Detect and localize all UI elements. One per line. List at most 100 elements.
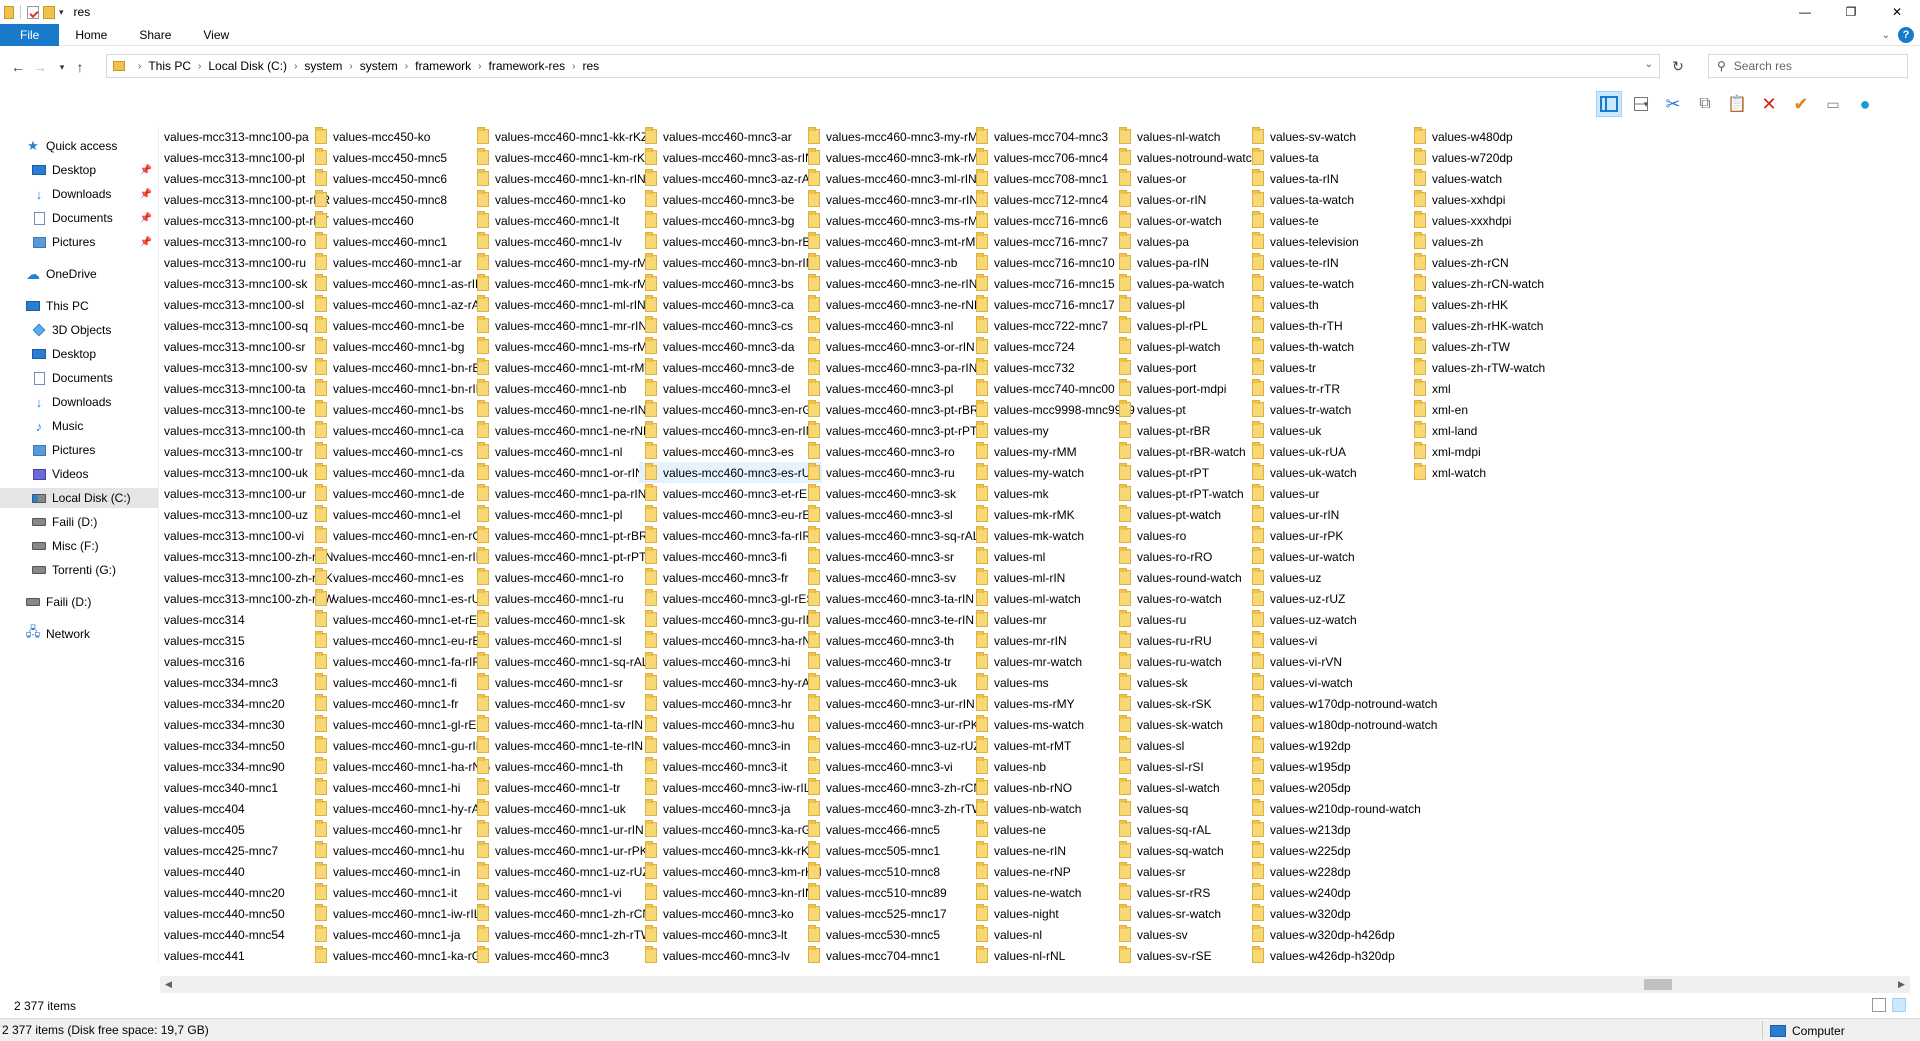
folder-item[interactable]: values-mcc460-mnc1-ha-rNG: [309, 756, 490, 777]
folder-item[interactable]: values-night: [970, 903, 1135, 924]
folder-item[interactable]: values-mcc460-mnc1-hu: [309, 840, 490, 861]
folder-item[interactable]: values-mcc460-mnc3-da: [639, 336, 822, 357]
folder-item[interactable]: values-mcc460-mnc3-az-rAZ: [639, 168, 822, 189]
refresh-icon[interactable]: ↻: [1666, 54, 1690, 78]
folder-item[interactable]: values-mcc460-mnc3-cs: [639, 315, 822, 336]
tab-view[interactable]: View: [187, 24, 245, 46]
folder-item[interactable]: values-mcc460-mnc1-bg: [309, 336, 490, 357]
folder-item[interactable]: values-mcc460-mnc3-es: [639, 441, 822, 462]
nav-misc-f[interactable]: Misc (F:): [0, 536, 158, 556]
folder-item[interactable]: values-mcc460-mnc3-de: [639, 357, 822, 378]
folder-item[interactable]: values-mcc460-mnc1-uk: [471, 798, 657, 819]
folder-item[interactable]: values-ml-rIN: [970, 567, 1135, 588]
folder-item[interactable]: values-mcc460-mnc1-it: [309, 882, 490, 903]
folder-item[interactable]: values-or-rIN: [1113, 189, 1258, 210]
folder-item[interactable]: values-mcc460-mnc3-zh-rTW: [802, 798, 988, 819]
nav-faili-d-root[interactable]: Faili (D:): [0, 592, 158, 612]
folder-item[interactable]: values-w240dp: [1246, 882, 1437, 903]
horizontal-scrollbar[interactable]: ◀ ▶: [160, 976, 1910, 993]
folder-item[interactable]: values-mcc9998-mnc9999: [970, 399, 1135, 420]
folder-item[interactable]: values-mcc460-mnc1-ne-rNP: [471, 420, 657, 441]
folder-item[interactable]: values-mcc460-mnc3-bs: [639, 273, 822, 294]
folder-item[interactable]: values-sq-watch: [1113, 840, 1258, 861]
folder-item[interactable]: values-pl-watch: [1113, 336, 1258, 357]
folder-item[interactable]: values-mk: [970, 483, 1135, 504]
folder-item[interactable]: values-w320dp-h426dp: [1246, 924, 1437, 945]
folder-item[interactable]: values-mcc460-mnc3-bn-rBD: [639, 231, 822, 252]
folder-item[interactable]: values-ru-rRU: [1113, 630, 1258, 651]
folder-item[interactable]: values-zh: [1408, 231, 1545, 252]
tab-share[interactable]: Share: [123, 24, 187, 46]
folder-item[interactable]: values-mcc460-mnc3-bg: [639, 210, 822, 231]
folder-item[interactable]: values-mcc460-mnc3-te-rIN: [802, 609, 988, 630]
pane-divider[interactable]: [158, 126, 159, 964]
folder-item[interactable]: values-mcc460-mnc1-mt-rMT: [471, 357, 657, 378]
folder-item[interactable]: values-mcc460-mnc1-zh-rCN: [471, 903, 657, 924]
folder-item[interactable]: values-mcc460-mnc3-ko: [639, 903, 822, 924]
folder-item[interactable]: values-mcc460-mnc3-hi: [639, 651, 822, 672]
folder-item[interactable]: values-mcc460-mnc3-it: [639, 756, 822, 777]
folder-item[interactable]: values-mcc460-mnc1-ne-rIN: [471, 399, 657, 420]
folder-item[interactable]: values-mcc460-mnc1-my-rMM: [471, 252, 657, 273]
folder-item[interactable]: values-mcc460-mnc1-sl: [471, 630, 657, 651]
folder-item[interactable]: values-mcc460-mnc3-es-rUS: [639, 462, 822, 483]
breadcrumb-item[interactable]: This PC: [148, 59, 191, 73]
folder-item[interactable]: values-mcc505-mnc1: [802, 840, 988, 861]
folder-item[interactable]: values-round-watch: [1113, 567, 1258, 588]
folder-item[interactable]: values-mcc460-mnc3-tr: [802, 651, 988, 672]
folder-item[interactable]: values-mcc460-mnc1-tr: [471, 777, 657, 798]
folder-item[interactable]: values-mcc460-mnc1-sv: [471, 693, 657, 714]
help-icon[interactable]: ?: [1898, 27, 1914, 43]
delete-icon[interactable]: ✕: [1756, 91, 1782, 117]
folder-item[interactable]: values-mcc460-mnc3-as-rIN: [639, 147, 822, 168]
folder-item[interactable]: xml-mdpi: [1408, 441, 1545, 462]
folder-item[interactable]: values-w225dp: [1246, 840, 1437, 861]
folder-item[interactable]: values-mcc460-mnc1-ur-rPK: [471, 840, 657, 861]
folder-item[interactable]: values-sq: [1113, 798, 1258, 819]
nav-desktop[interactable]: Desktop: [0, 344, 158, 364]
folder-item[interactable]: values-mcc530-mnc5: [802, 924, 988, 945]
folder-item[interactable]: values-mcc460-mnc3-ne-rIN: [802, 273, 988, 294]
folder-item[interactable]: values-mcc460-mnc1-ml-rIN: [471, 294, 657, 315]
folder-item[interactable]: values-mcc460-mnc3-ur-rPK: [802, 714, 988, 735]
folder-item[interactable]: values-mcc460-mnc3-hu: [639, 714, 822, 735]
folder-item[interactable]: values-mcc716-mnc6: [970, 210, 1135, 231]
globe-icon[interactable]: ●: [1852, 91, 1878, 117]
folder-item[interactable]: values-mcc716-mnc10: [970, 252, 1135, 273]
folder-item[interactable]: values-w210dp-round-watch: [1246, 798, 1437, 819]
folder-item[interactable]: values-mcc450-mnc5: [309, 147, 490, 168]
folder-item[interactable]: values-mcc460-mnc1-lt: [471, 210, 657, 231]
folder-item[interactable]: values-mcc460-mnc1-az-rAZ: [309, 294, 490, 315]
folder-item[interactable]: values-zh-rTW-watch: [1408, 357, 1545, 378]
breadcrumb-item[interactable]: system: [360, 59, 398, 73]
folder-item[interactable]: values-pt-watch: [1113, 504, 1258, 525]
chevron-right-icon[interactable]: ›: [478, 61, 481, 72]
folder-item[interactable]: values-w195dp: [1246, 756, 1437, 777]
folder-item[interactable]: values-mcc460-mnc3-pl: [802, 378, 988, 399]
folder-item[interactable]: values-mcc712-mnc4: [970, 189, 1135, 210]
folder-item[interactable]: values-w170dp-notround-watch: [1246, 693, 1437, 714]
folder-item[interactable]: values-ms-watch: [970, 714, 1135, 735]
folder-item[interactable]: values-vi: [1246, 630, 1437, 651]
folder-item[interactable]: values-mcc460-mnc1-fi: [309, 672, 490, 693]
nav-quick-access[interactable]: ★ Quick access: [0, 136, 158, 156]
folder-item[interactable]: values-w228dp: [1246, 861, 1437, 882]
folder-item[interactable]: values-nl-rNL: [970, 945, 1135, 964]
folder-item[interactable]: values-mcc460-mnc3-pt-rBR: [802, 399, 988, 420]
folder-item[interactable]: values-mcc460-mnc1-mr-rIN: [471, 315, 657, 336]
folder-item[interactable]: values-ms: [970, 672, 1135, 693]
folder-item[interactable]: values-or: [1113, 168, 1258, 189]
folder-item[interactable]: values-mcc460-mnc1-cs: [309, 441, 490, 462]
folder-item[interactable]: values-vi-watch: [1246, 672, 1437, 693]
folder-item[interactable]: values-mcc460-mnc1-ur-rIN: [471, 819, 657, 840]
folder-item[interactable]: values-mcc460-mnc1-as-rIN: [309, 273, 490, 294]
folder-item[interactable]: values-my-rMM: [970, 441, 1135, 462]
nav-pictures[interactable]: Pictures: [0, 440, 158, 460]
folder-item[interactable]: values-mcc716-mnc15: [970, 273, 1135, 294]
folder-item[interactable]: values-mcc460-mnc1-hy-rAM: [309, 798, 490, 819]
up-arrow-icon[interactable]: ↑: [68, 55, 92, 79]
folder-item[interactable]: values-mcc460-mnc3-ms-rMY: [802, 210, 988, 231]
folder-item[interactable]: values-mcc460-mnc1-da: [309, 462, 490, 483]
nav-this-pc[interactable]: This PC: [0, 296, 158, 316]
folder-item[interactable]: values-mcc460-mnc3-sk: [802, 483, 988, 504]
